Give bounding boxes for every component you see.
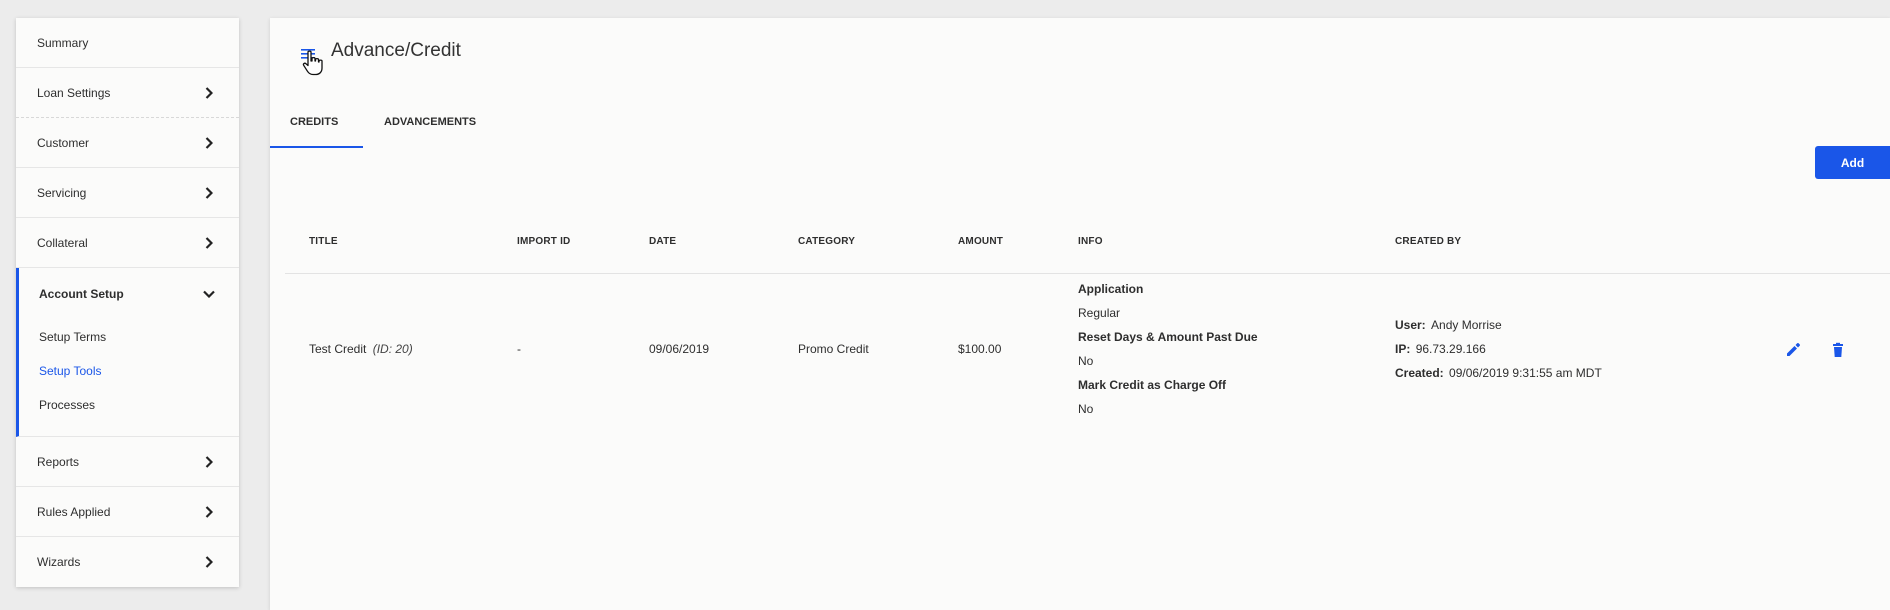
column-header-category[interactable]: CATEGORY [798,236,855,247]
main-panel: Advance/Credit CREDITS ADVANCEMENTS Add … [270,18,1890,610]
column-header-created-by: CREATED BY [1395,236,1462,247]
sidebar-item-summary[interactable]: Summary [16,18,239,68]
info-value-reset-days: No [1078,354,1094,368]
sidebar-item-customer[interactable]: Customer [16,118,239,168]
chevron-right-icon [205,236,213,249]
created-by-date: Created: 09/06/2019 9:31:55 am MDT [1395,366,1602,380]
sidebar-item-account-setup[interactable]: Account Setup [19,268,239,320]
row-date: 09/06/2019 [649,342,710,356]
info-label-reset-days: Reset Days & Amount Past Due [1078,330,1258,344]
user-label: User: [1395,318,1426,332]
chevron-down-icon [203,287,215,301]
sidebar-item-label: Servicing [37,185,87,200]
sidebar-subitem-processes[interactable]: Processes [19,388,239,422]
sidebar-item-collateral[interactable]: Collateral [16,218,239,268]
delete-icon[interactable] [1830,342,1846,358]
column-header-amount[interactable]: AMOUNT [958,236,1003,247]
created-label: Created: [1395,366,1444,380]
chevron-right-icon [205,186,213,199]
tab-credits[interactable]: CREDITS [270,98,363,148]
chevron-right-icon [205,505,213,518]
sidebar-item-servicing[interactable]: Servicing [16,168,239,218]
sidebar-item-rules-applied[interactable]: Rules Applied [16,487,239,537]
info-label-application: Application [1078,282,1144,296]
sidebar-nav: Summary Loan Settings Customer Servicing… [16,18,239,587]
row-amount: $100.00 [958,342,1002,356]
column-header-date[interactable]: DATE [649,236,676,247]
sidebar-subitem-setup-tools[interactable]: Setup Tools [19,354,239,388]
sidebar-item-label: Rules Applied [37,504,111,519]
chevron-right-icon [205,86,213,99]
column-header-title[interactable]: TITLE [309,236,338,247]
row-import-id: - [517,342,521,356]
sidebar-item-label: Summary [37,35,89,50]
sidebar-item-loan-settings[interactable]: Loan Settings [16,68,239,118]
info-value-charge-off: No [1078,402,1094,416]
sidebar-item-label: Wizards [37,555,81,569]
sidebar-item-label: Customer [37,135,90,150]
table-header-divider [285,273,1890,274]
ip-value: 96.73.29.166 [1415,342,1486,356]
info-value-application: Regular [1078,306,1121,320]
sidebar-section-account-setup: Account Setup Setup Terms Setup Tools Pr… [16,268,239,437]
tab-advancements[interactable]: ADVANCEMENTS [363,98,497,146]
sidebar-item-label: Collateral [37,235,88,250]
created-by-user: User: Andy Morrise [1395,318,1502,332]
page-title: Advance/Credit [331,40,461,61]
info-label-charge-off: Mark Credit as Charge Off [1078,378,1227,392]
created-by-ip: IP: 96.73.29.166 [1395,342,1486,356]
chevron-right-icon [205,136,213,149]
sidebar-item-wizards[interactable]: Wizards [16,537,239,587]
user-value: Andy Morrise [1431,318,1502,332]
row-category: Promo Credit [798,342,869,356]
row-title-id: (ID: 20) [372,342,413,356]
chevron-right-icon [205,455,213,468]
ip-label: IP: [1395,342,1411,356]
hand-pointer-icon [302,50,324,76]
row-title-text: Test Credit [309,342,367,356]
column-header-import-id[interactable]: IMPORT ID [517,236,570,247]
created-value: 09/06/2019 9:31:55 am MDT [1449,366,1602,380]
row-title: Test Credit (ID: 20) [309,342,413,356]
tab-bar: CREDITS ADVANCEMENTS [270,98,497,148]
sidebar-item-label: Account Setup [39,287,124,301]
sidebar-item-label: Loan Settings [37,85,111,100]
sidebar-subitem-setup-terms[interactable]: Setup Terms [19,320,239,354]
sidebar-item-reports[interactable]: Reports [16,437,239,487]
add-button[interactable]: Add [1815,146,1890,179]
chevron-right-icon [205,556,213,568]
sidebar-item-label: Reports [37,454,80,469]
edit-icon[interactable] [1785,342,1801,358]
column-header-info: INFO [1078,236,1103,247]
